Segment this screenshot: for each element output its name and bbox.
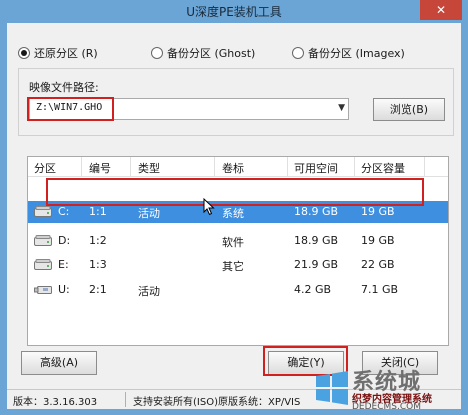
cell-drive: E: xyxy=(58,258,69,271)
status-support: 支持安装所有(ISO)原版系统：XP/VIS xyxy=(133,397,301,408)
cell-size: 7.1 GB xyxy=(361,283,399,296)
radio-label-imagex: 备份分区 (Imagex) xyxy=(308,47,405,60)
chevron-down-icon[interactable]: ▼ xyxy=(338,103,345,113)
radio-label-restore: 还原分区 (R) xyxy=(34,47,98,60)
cell-size: 19 GB xyxy=(361,234,395,247)
column-header-label[interactable]: 卷标 xyxy=(222,160,244,176)
browse-button[interactable]: 浏览(B) xyxy=(373,98,445,121)
cell-type: 活动 xyxy=(138,207,160,220)
advanced-button[interactable]: 高级(A) xyxy=(21,351,97,375)
column-header-number[interactable]: 编号 xyxy=(89,160,111,176)
cell-free: 21.9 GB xyxy=(294,258,339,271)
hard-disk-icon xyxy=(34,235,52,246)
radio-dot-ghost[interactable] xyxy=(151,47,163,59)
radio-restore-partition[interactable]: 还原分区 (R) xyxy=(18,45,98,61)
cell-type: 活动 xyxy=(138,285,160,298)
cell-number: 1:2 xyxy=(89,234,107,247)
title-bar[interactable]: U深度PE装机工具 ✕ xyxy=(0,0,468,22)
window-close-button[interactable]: ✕ xyxy=(420,0,462,20)
column-header-size[interactable]: 分区容量 xyxy=(361,160,405,176)
cell-free: 18.9 GB xyxy=(294,205,339,218)
radio-backup-ghost[interactable]: 备份分区 (Ghost) xyxy=(151,45,255,61)
radio-backup-imagex[interactable]: 备份分区 (Imagex) xyxy=(292,45,405,61)
cell-drive: C: xyxy=(58,205,70,218)
windows-logo-icon xyxy=(316,371,348,405)
cell-number: 1:1 xyxy=(89,205,107,218)
status-version: 版本：3.3.16.303 xyxy=(13,397,98,408)
column-header-free[interactable]: 可用空间 xyxy=(294,160,338,176)
table-row[interactable]: D: 1:2 软件 18.9 GB 19 GB xyxy=(28,230,448,252)
annotation-box-path xyxy=(27,97,114,121)
cell-drive: U: xyxy=(58,283,70,296)
window-title: U深度PE装机工具 xyxy=(186,5,282,19)
watermark-url: DEDECMS.COM xyxy=(352,402,421,412)
usb-drive-icon xyxy=(34,286,52,294)
cell-label: 软件 xyxy=(222,236,244,249)
cell-size: 22 GB xyxy=(361,258,395,271)
radio-dot-imagex[interactable] xyxy=(292,47,304,59)
radio-dot-restore[interactable] xyxy=(18,47,30,59)
table-row[interactable]: E: 1:3 其它 21.9 GB 22 GB xyxy=(28,254,448,276)
cell-label: 系统 xyxy=(222,207,244,220)
hard-disk-icon xyxy=(34,259,52,270)
cell-label: 其它 xyxy=(222,260,244,273)
image-path-label: 映像文件路径: xyxy=(29,81,99,94)
column-header-type[interactable]: 类型 xyxy=(138,160,160,176)
mode-radio-group: 还原分区 (R) 备份分区 (Ghost) 备份分区 (Imagex) xyxy=(18,45,458,63)
app-window: U深度PE装机工具 ✕ 还原分区 (R) 备份分区 (Ghost) 备份分区 (… xyxy=(0,0,468,415)
mouse-cursor-icon xyxy=(203,198,215,216)
column-header-partition[interactable]: 分区 xyxy=(34,160,56,176)
cell-number: 2:1 xyxy=(89,283,107,296)
cell-free: 18.9 GB xyxy=(294,234,339,247)
client-area: 还原分区 (R) 备份分区 (Ghost) 备份分区 (Imagex) 映像文件… xyxy=(7,23,461,389)
hard-disk-icon xyxy=(34,206,52,217)
table-row[interactable]: U: 2:1 活动 4.2 GB 7.1 GB xyxy=(28,279,448,301)
annotation-box-row xyxy=(46,178,424,206)
cell-free: 4.2 GB xyxy=(294,283,332,296)
radio-label-ghost: 备份分区 (Ghost) xyxy=(167,47,256,60)
cell-number: 1:3 xyxy=(89,258,107,271)
cell-drive: D: xyxy=(58,234,71,247)
table-header: 分区 编号 类型 卷标 可用空间 分区容量 xyxy=(28,157,448,177)
watermark: 系统城 织梦内容管理系统 DEDECMS.COM xyxy=(312,366,468,415)
cell-size: 19 GB xyxy=(361,205,395,218)
